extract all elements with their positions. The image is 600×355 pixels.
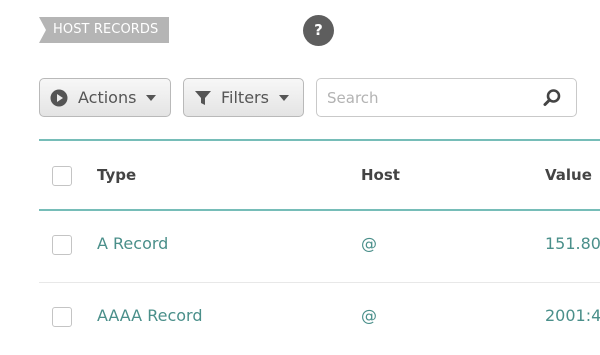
chevron-down-icon [146, 94, 157, 101]
row-checkbox[interactable] [52, 235, 72, 255]
column-header-type[interactable]: Type [97, 166, 136, 184]
record-value[interactable]: 2001:41 [545, 306, 600, 325]
select-all-checkbox[interactable] [52, 166, 72, 186]
search-input[interactable] [327, 87, 527, 109]
actions-dropdown-button[interactable]: Actions [39, 78, 171, 117]
funnel-icon [194, 89, 212, 107]
table-header: Type Host Value [39, 139, 600, 211]
actions-label: Actions [78, 88, 137, 107]
record-type[interactable]: A Record [97, 234, 168, 253]
row-checkbox[interactable] [52, 307, 72, 327]
search-box [316, 78, 577, 117]
record-type[interactable]: AAAA Record [97, 306, 202, 325]
help-label: ? [314, 21, 323, 39]
play-circle-icon [49, 88, 69, 108]
record-value[interactable]: 151.80.1 [545, 234, 600, 253]
section-title-tag: HOST RECORDS [39, 17, 169, 43]
column-header-value[interactable]: Value [545, 166, 592, 184]
filters-label: Filters [221, 88, 269, 107]
filters-dropdown-button[interactable]: Filters [183, 78, 304, 117]
magnifier-icon[interactable] [542, 88, 562, 108]
record-host[interactable]: @ [361, 306, 377, 325]
help-icon[interactable]: ? [303, 15, 334, 46]
table-row: AAAA Record @ 2001:41 [39, 283, 600, 355]
column-header-host[interactable]: Host [361, 166, 400, 184]
section-title: HOST RECORDS [53, 22, 159, 37]
table-row: A Record @ 151.80.1 [39, 211, 600, 283]
chevron-down-icon [278, 94, 289, 101]
record-host[interactable]: @ [361, 234, 377, 253]
